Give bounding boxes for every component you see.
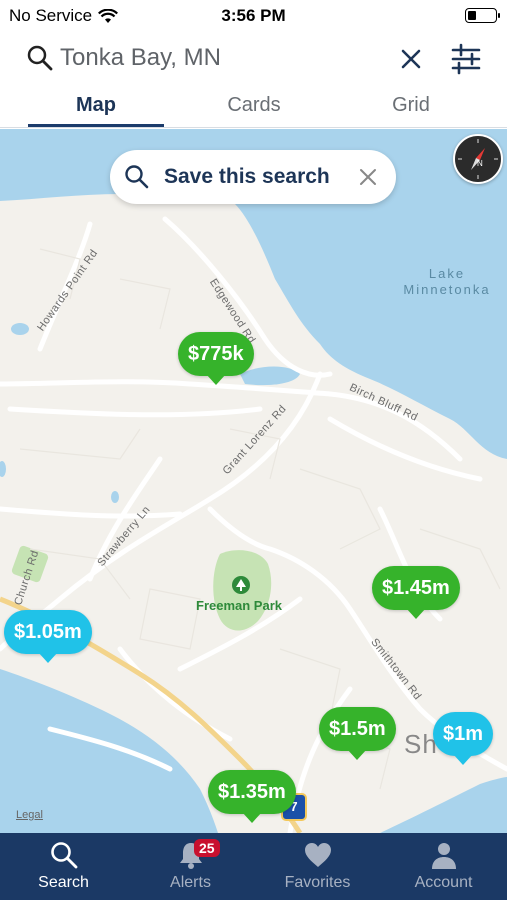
svg-text:N: N xyxy=(477,159,483,168)
map-base xyxy=(0,129,507,833)
legal-link[interactable]: Legal xyxy=(16,809,43,821)
view-tabs: Map Cards Grid xyxy=(0,86,507,128)
search-icon xyxy=(50,842,77,869)
listing-pin[interactable]: $1.5m xyxy=(319,707,396,760)
listing-pin[interactable]: $1.45m xyxy=(372,566,460,619)
compass-icon[interactable]: N xyxy=(453,134,503,184)
map-view[interactable]: Howards Point Rd Edgewood Rd Birch Bluff… xyxy=(0,129,507,833)
listing-pin[interactable]: $1.05m xyxy=(4,610,92,663)
person-icon xyxy=(431,843,456,869)
alerts-badge: 25 xyxy=(194,839,220,857)
listing-pin[interactable]: $775k xyxy=(178,332,254,385)
search-icon xyxy=(125,165,149,189)
tab-search-label: Search xyxy=(38,874,89,891)
save-search-label: Save this search xyxy=(164,165,330,188)
bottom-tab-bar: Search 25 Alerts Favorites Account xyxy=(0,833,507,900)
save-search-button[interactable]: Save this search xyxy=(110,150,396,204)
clock: 3:56 PM xyxy=(221,6,286,25)
heart-icon xyxy=(304,843,331,867)
park-label: Freeman Park xyxy=(196,598,282,613)
search-input[interactable]: Tonka Bay, MN xyxy=(60,44,221,72)
tab-account[interactable]: Account xyxy=(380,833,507,900)
compass-needle-icon: N xyxy=(458,139,498,179)
pond xyxy=(111,491,119,503)
listing-pin[interactable]: $1.35m xyxy=(208,770,296,823)
dismiss-save-search-icon[interactable] xyxy=(356,165,380,189)
tab-alerts[interactable]: 25 Alerts xyxy=(127,833,254,900)
active-tab-indicator xyxy=(28,124,164,127)
battery-icon xyxy=(465,8,500,23)
tab-cards[interactable]: Cards xyxy=(186,94,322,117)
tab-favorites-label: Favorites xyxy=(284,874,351,891)
tab-map[interactable]: Map xyxy=(28,94,164,117)
listing-pin[interactable]: $1m xyxy=(433,712,494,765)
tab-grid[interactable]: Grid xyxy=(343,94,479,117)
search-icon xyxy=(27,45,53,71)
filter-sliders-icon[interactable] xyxy=(448,41,484,77)
clear-search-icon[interactable] xyxy=(395,43,427,75)
tab-alerts-label: Alerts xyxy=(170,874,211,891)
tab-account-label: Account xyxy=(414,874,473,891)
tab-search[interactable]: Search xyxy=(0,833,127,900)
tab-favorites[interactable]: Favorites xyxy=(254,833,381,900)
search-bar: Tonka Bay, MN xyxy=(0,32,507,86)
lake-label: Lake Minnetonka xyxy=(403,266,491,297)
status-bar: No Service 3:56 PM xyxy=(0,0,507,32)
pond xyxy=(11,323,29,335)
